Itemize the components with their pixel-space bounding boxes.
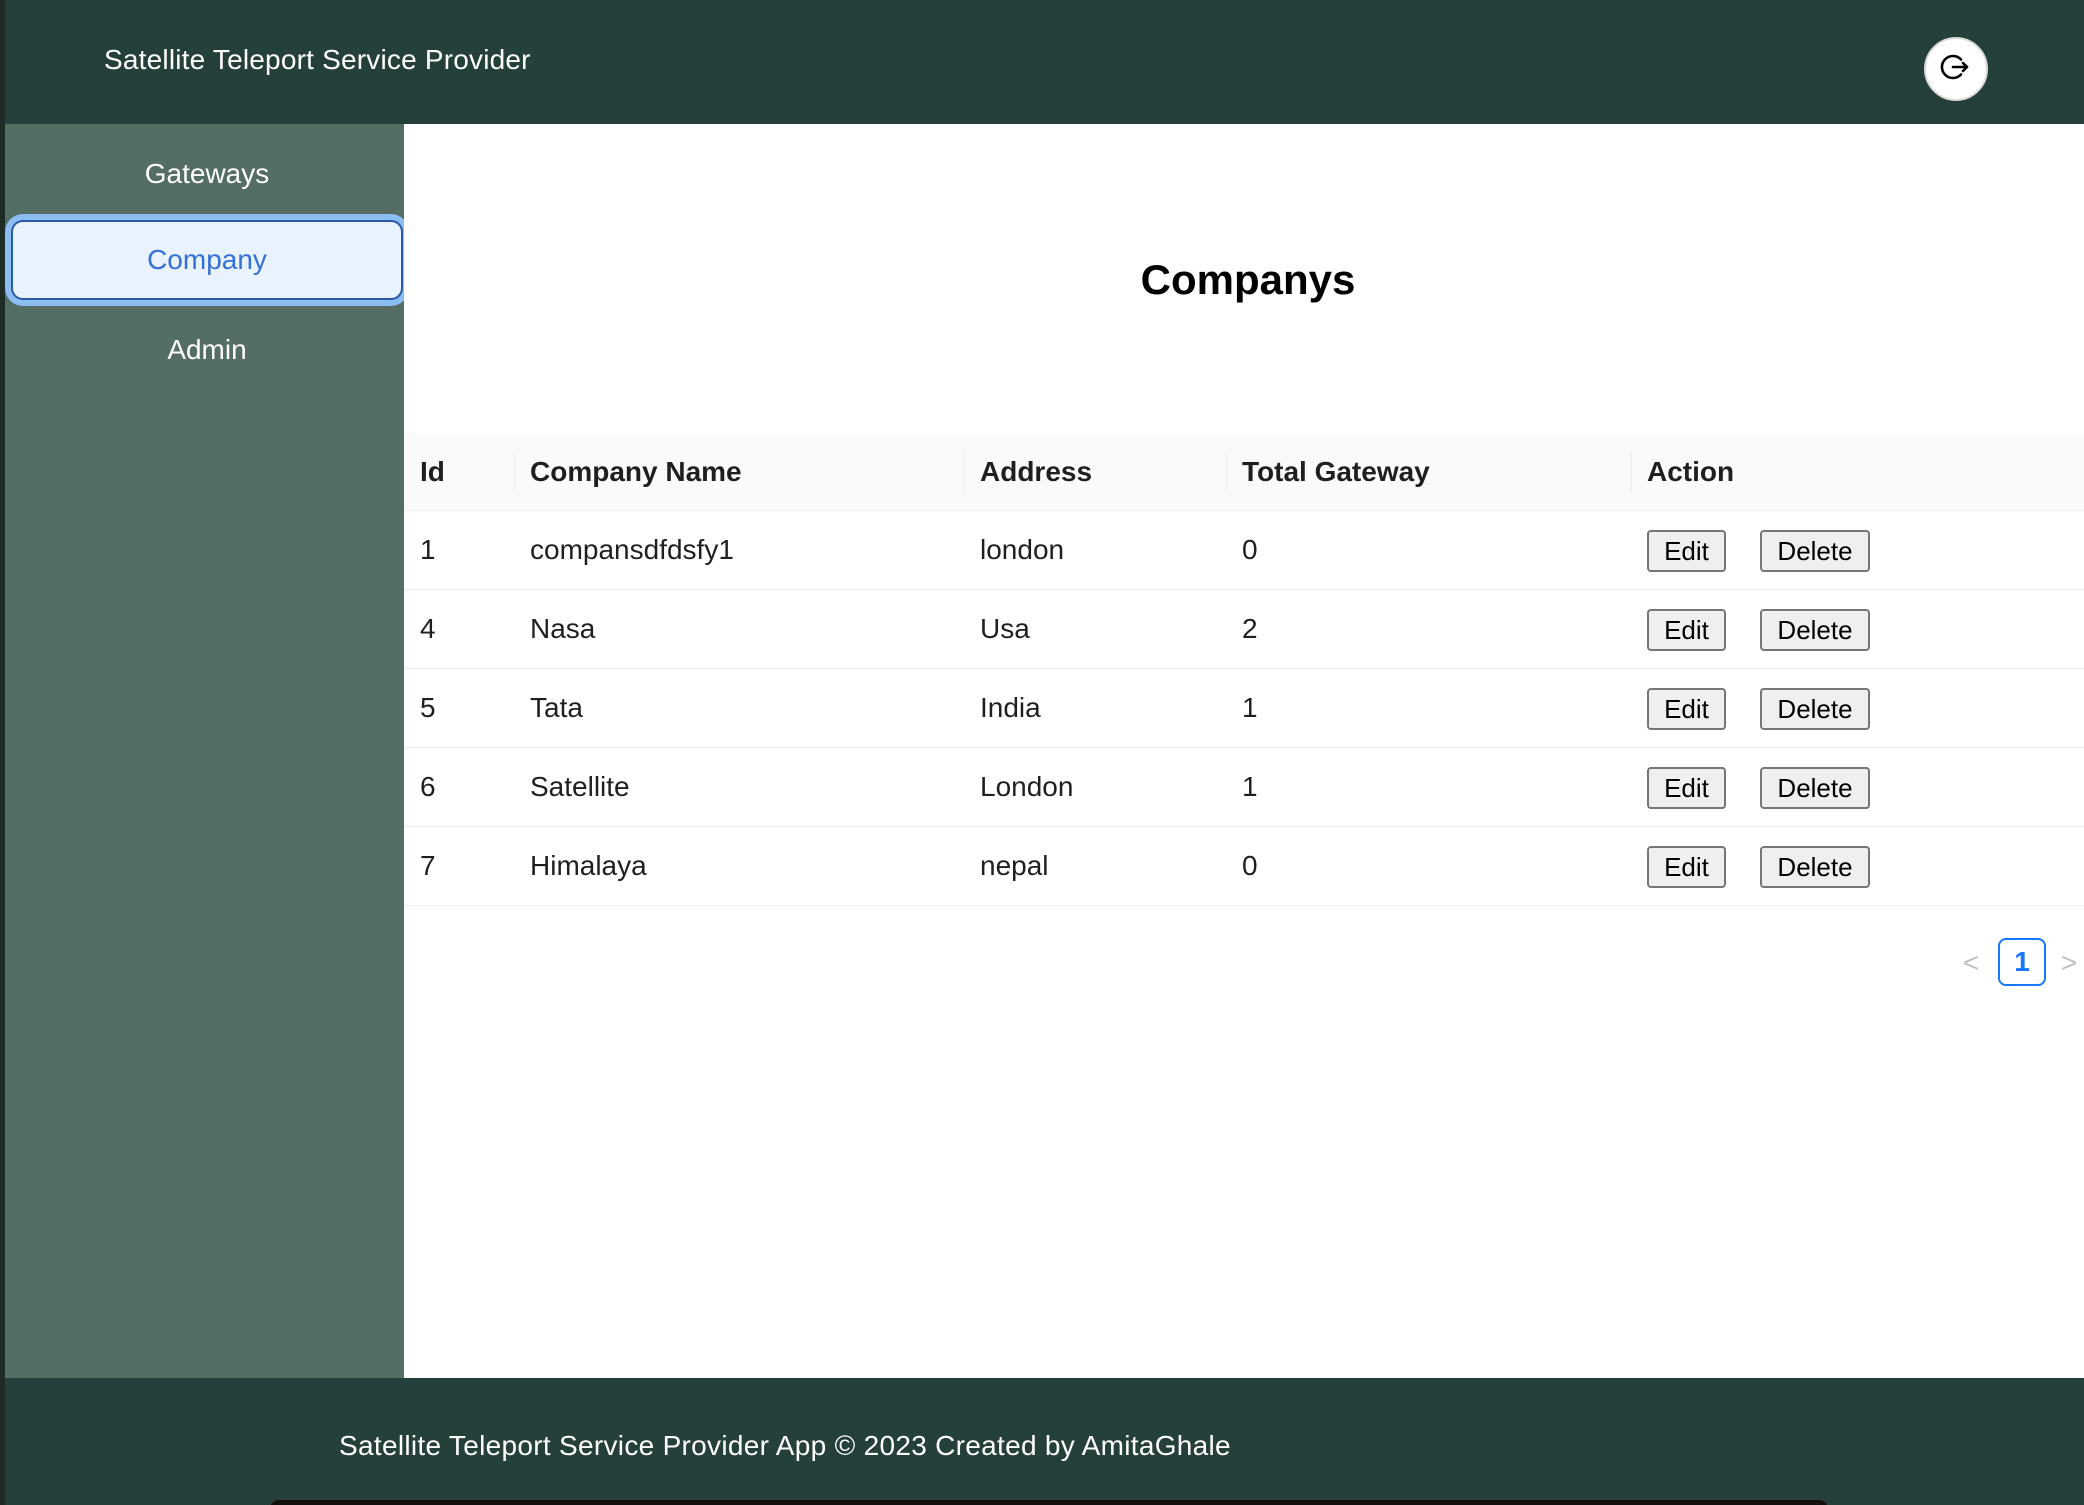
app-footer: Satellite Teleport Service Provider App … bbox=[5, 1378, 2084, 1505]
sidebar-item-gateways[interactable]: Gateways bbox=[11, 134, 403, 214]
cell-address: London bbox=[980, 771, 1074, 802]
sidebar: Gateways Company Admin bbox=[5, 124, 404, 1378]
cell-address: India bbox=[980, 692, 1041, 723]
table-row: 6 Satellite London 1 Edit Delete bbox=[404, 748, 2084, 827]
table-row: 5 Tata India 1 Edit Delete bbox=[404, 669, 2084, 748]
cell-id: 5 bbox=[420, 692, 436, 723]
table-row: 1 compansdfdsfy1 london 0 Edit Delete bbox=[404, 511, 2084, 590]
chevron-right-icon: > bbox=[2060, 947, 2078, 978]
app-title: Satellite Teleport Service Provider bbox=[104, 44, 531, 75]
column-divider bbox=[1226, 452, 1227, 492]
edit-button[interactable]: Edit bbox=[1647, 688, 1726, 730]
pagination-next-button[interactable]: > bbox=[2054, 938, 2084, 988]
pagination-page-1[interactable]: 1 bbox=[1998, 938, 2046, 986]
cell-address: nepal bbox=[980, 850, 1049, 881]
table-row: 4 Nasa Usa 2 Edit Delete bbox=[404, 590, 2084, 669]
sidebar-item-company[interactable]: Company bbox=[11, 220, 403, 300]
cell-total-gateway: 1 bbox=[1242, 692, 1258, 723]
cell-company-name: Satellite bbox=[530, 771, 630, 802]
edit-button[interactable]: Edit bbox=[1647, 609, 1726, 651]
edit-button[interactable]: Edit bbox=[1647, 846, 1726, 888]
cell-total-gateway: 0 bbox=[1242, 534, 1258, 565]
pagination-prev-button[interactable]: < bbox=[1956, 938, 1986, 988]
companies-table: Id Company Name Address Total Gateway Ac… bbox=[404, 433, 2084, 906]
table-header: Id Company Name Address Total Gateway Ac… bbox=[404, 433, 2084, 511]
window-dock-edge bbox=[269, 1499, 1829, 1505]
main-content: Companys Id Company Name Address Total G… bbox=[404, 124, 2084, 1378]
table-row: 7 Himalaya nepal 0 Edit Delete bbox=[404, 827, 2084, 906]
cell-address: london bbox=[980, 534, 1065, 565]
logout-button[interactable] bbox=[1924, 37, 1988, 101]
cell-company-name: compansdfdsfy1 bbox=[530, 534, 734, 565]
chevron-left-icon: < bbox=[1962, 947, 1980, 978]
column-header-address: Address bbox=[980, 456, 1093, 487]
cell-id: 1 bbox=[420, 534, 436, 565]
cell-id: 4 bbox=[420, 613, 436, 644]
page-title: Companys bbox=[1140, 256, 1356, 303]
cell-company-name: Nasa bbox=[530, 613, 596, 644]
delete-button[interactable]: Delete bbox=[1760, 767, 1870, 809]
edit-button[interactable]: Edit bbox=[1647, 767, 1726, 809]
cell-total-gateway: 2 bbox=[1242, 613, 1258, 644]
sidebar-item-label: Gateways bbox=[144, 158, 270, 189]
logout-icon bbox=[1939, 50, 1973, 89]
column-header-company-name: Company Name bbox=[530, 456, 742, 487]
column-divider bbox=[1631, 452, 1632, 492]
app-header: Satellite Teleport Service Provider bbox=[5, 0, 2084, 124]
cell-total-gateway: 1 bbox=[1242, 771, 1258, 802]
column-header-action: Action bbox=[1647, 456, 1735, 487]
cell-address: Usa bbox=[980, 613, 1030, 644]
cell-total-gateway: 0 bbox=[1242, 850, 1258, 881]
app-window: Satellite Teleport Service Provider Gate… bbox=[5, 0, 2084, 1505]
column-divider bbox=[514, 452, 515, 492]
cell-company-name: Tata bbox=[530, 692, 583, 723]
cell-id: 6 bbox=[420, 771, 436, 802]
column-divider bbox=[964, 452, 965, 492]
delete-button[interactable]: Delete bbox=[1760, 846, 1870, 888]
column-header-id: Id bbox=[420, 456, 445, 487]
edit-button[interactable]: Edit bbox=[1647, 530, 1726, 572]
cell-company-name: Himalaya bbox=[530, 850, 647, 881]
sidebar-item-label: Admin bbox=[167, 334, 247, 365]
column-header-total-gateway: Total Gateway bbox=[1242, 456, 1430, 487]
sidebar-item-label: Company bbox=[147, 244, 267, 275]
sidebar-item-admin[interactable]: Admin bbox=[11, 310, 403, 390]
pagination: < 1 > bbox=[404, 938, 2084, 988]
footer-text: Satellite Teleport Service Provider App … bbox=[339, 1430, 1231, 1461]
cell-id: 7 bbox=[420, 850, 436, 881]
delete-button[interactable]: Delete bbox=[1760, 609, 1870, 651]
delete-button[interactable]: Delete bbox=[1760, 688, 1870, 730]
delete-button[interactable]: Delete bbox=[1760, 530, 1870, 572]
